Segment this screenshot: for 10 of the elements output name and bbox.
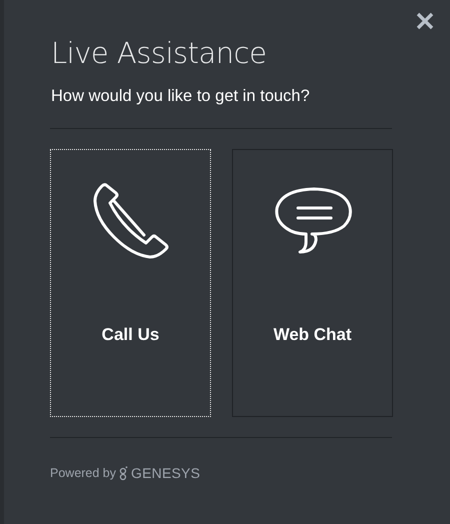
option-card[interactable]: Call Us — [50, 149, 211, 417]
logo-icon — [119, 466, 128, 480]
close-icon — [416, 12, 434, 30]
dialog-title: Live Assistance — [51, 36, 268, 70]
chat-bubble-icon — [274, 186, 352, 254]
powered-by-text: Powered by — [50, 466, 116, 480]
option-card[interactable]: Web Chat — [232, 149, 393, 417]
brand-name: GENESYS — [131, 465, 200, 481]
phone-icon — [92, 181, 170, 259]
dialog-subtitle: How would you like to get in touch? — [51, 87, 311, 106]
